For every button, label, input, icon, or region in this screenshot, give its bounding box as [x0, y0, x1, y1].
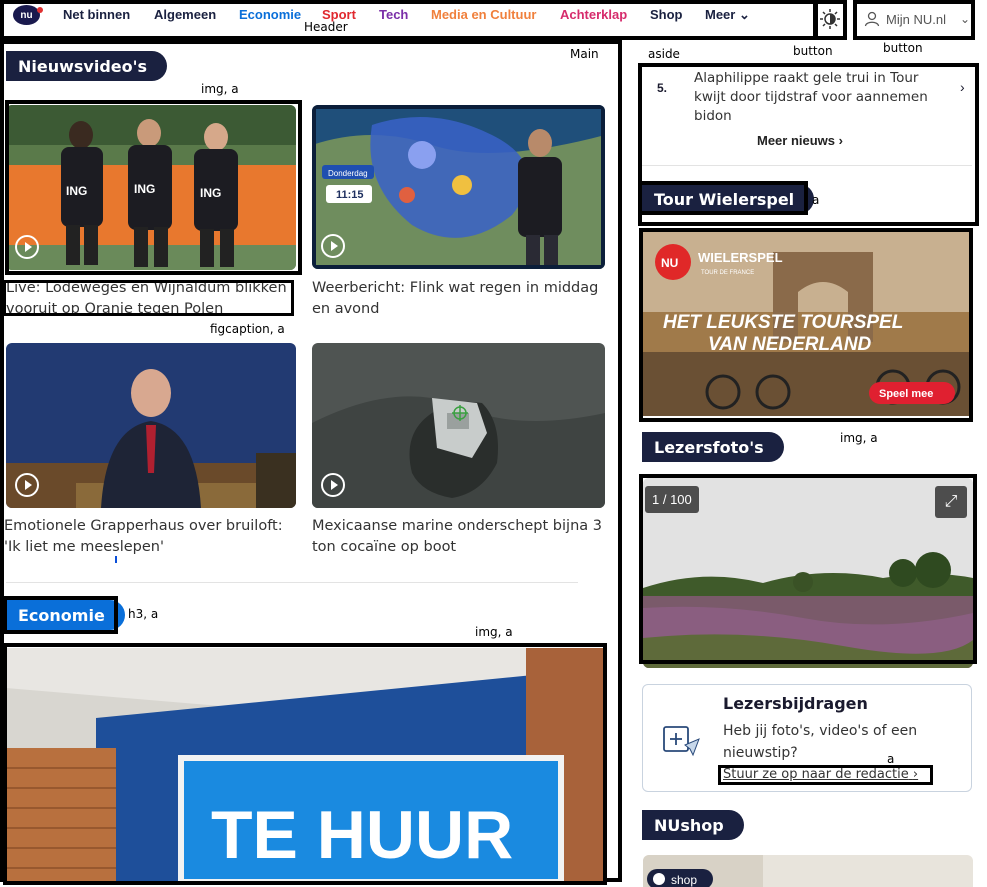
section-title-label: Nieuwsvideo's: [18, 56, 148, 76]
annotation-label: Main: [570, 47, 599, 61]
annotation-label: a: [812, 193, 820, 207]
svg-text:shop: shop: [671, 873, 697, 887]
video-thumbnail[interactable]: [6, 343, 296, 508]
section-title-label: Lezersfoto's: [654, 437, 764, 457]
annotation-label: Header: [304, 20, 348, 34]
chevron-right-icon: ›: [838, 133, 843, 148]
video-image: Donderdag 11:15: [312, 105, 605, 269]
annotation-a-box: [718, 765, 933, 785]
annotation-label: img, a: [475, 625, 513, 639]
card-text: Heb jij foto's, video's of een nieuwstip…: [723, 723, 918, 761]
news-item-link[interactable]: Alaphilippe raakt gele trui in Tour kwij…: [694, 69, 954, 126]
card-title: Lezersbijdragen: [723, 694, 868, 713]
annotation-img-box: [639, 474, 977, 664]
video-image: [312, 343, 605, 508]
section-title-nieuwsvideos[interactable]: Nieuwsvideo's: [6, 51, 168, 81]
section-divider: [6, 582, 578, 583]
play-icon: [15, 473, 39, 497]
section-title-lezersfotos[interactable]: Lezersfoto's: [642, 432, 784, 462]
section-title-nushop[interactable]: NUshop: [642, 810, 744, 840]
video-image: [6, 343, 296, 508]
upload-photo-icon: [663, 726, 700, 757]
chevron-right-icon: ›: [960, 79, 965, 95]
annotation-label: a: [887, 752, 895, 766]
shop-image[interactable]: shop: [643, 855, 973, 887]
meer-nieuws-label: Meer nieuws: [757, 133, 836, 148]
annotation-a-box: [638, 181, 808, 215]
video-caption-link[interactable]: Weerbericht: Flink wat regen in middag e…: [312, 278, 605, 320]
video-thumbnail[interactable]: Donderdag 11:15: [312, 105, 605, 269]
play-icon: [321, 234, 345, 258]
meer-nieuws-link[interactable]: Meer nieuws ›: [757, 133, 843, 148]
annotation-label: button: [793, 44, 833, 58]
annotation-label: img, a: [201, 82, 239, 96]
annotation-label: button: [883, 41, 923, 55]
video-caption-link[interactable]: Emotionele Grapperhaus over bruiloft: 'I…: [4, 516, 296, 558]
divider: [642, 165, 972, 166]
annotation-button-box: [853, 0, 975, 40]
section-title-label: NUshop: [654, 815, 724, 835]
annotation-img-box: [639, 228, 973, 422]
annotation-img-box: [3, 643, 607, 885]
annotation-figcaption-box: [3, 280, 294, 316]
annotation-label: aside: [648, 47, 680, 61]
svg-text:Donderdag: Donderdag: [328, 169, 368, 178]
svg-text:11:15: 11:15: [336, 189, 364, 201]
news-rank: 5.: [657, 81, 668, 95]
video-thumbnail[interactable]: [312, 343, 605, 508]
annotation-label: h3, a: [128, 607, 159, 621]
annotation-img-box: [5, 100, 302, 275]
video-caption-link[interactable]: Mexicaanse marine onderschept bijna 3 to…: [312, 516, 605, 558]
annotation-h3-box: [3, 596, 118, 634]
annotation-header-box: [0, 0, 817, 40]
shop-banner: shop: [643, 855, 973, 887]
annotation-button-box: [814, 0, 847, 40]
play-icon: [321, 473, 345, 497]
annotation-aside-divider: [618, 40, 622, 882]
text-cursor: [115, 556, 117, 563]
annotation-label: img, a: [840, 431, 878, 445]
annotation-label: figcaption, a: [210, 322, 285, 336]
